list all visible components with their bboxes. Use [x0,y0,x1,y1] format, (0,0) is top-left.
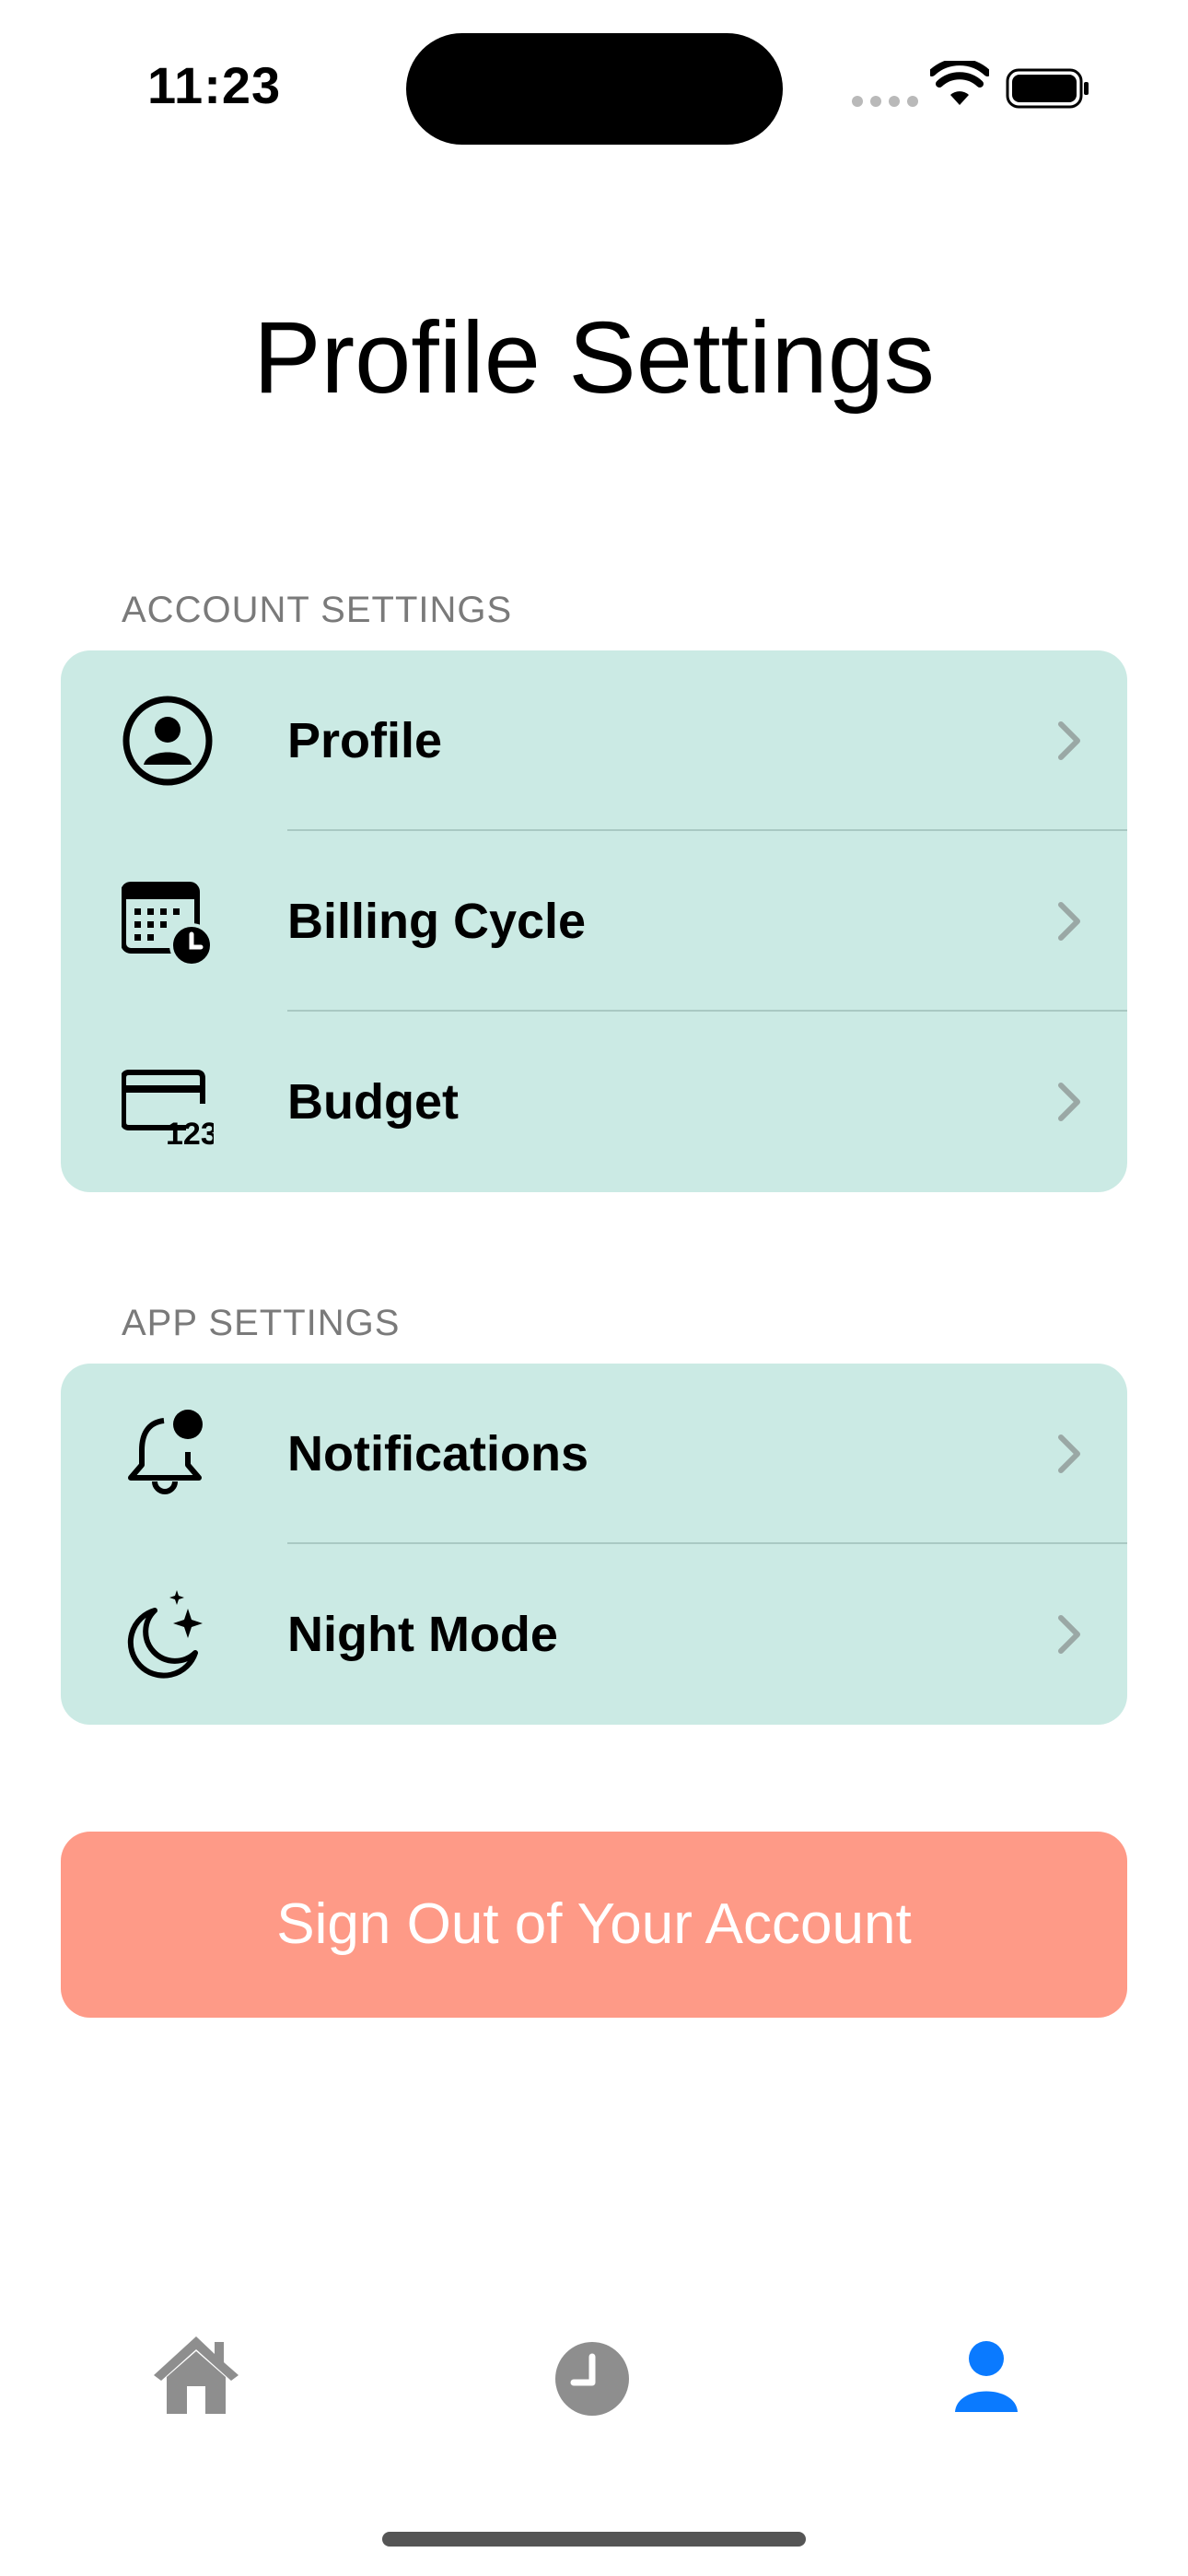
svg-text:123: 123 [166,1117,214,1148]
calendar-clock-icon [122,882,214,967]
settings-row-label: Budget [287,1074,459,1130]
bell-badge-icon [128,1410,203,1494]
sign-out-button[interactable]: Sign Out of Your Account [61,1832,1127,2018]
settings-row-label: Billing Cycle [287,894,587,949]
battery-icon [1006,68,1089,109]
page-title: Profile Settings [253,301,935,415]
settings-row-notifications[interactable]: Notifications [61,1364,1127,1544]
tab-profile-person-icon[interactable] [940,2333,1032,2425]
chevron-right-icon [1058,1434,1080,1473]
tab-home-icon[interactable] [150,2329,242,2421]
cellular-signal-icon [852,96,918,107]
status-time: 11:23 [147,56,282,114]
settings-row-billing-cycle[interactable]: Billing Cycle [61,831,1127,1012]
chevron-right-icon [1058,721,1080,760]
wifi-icon [930,61,989,105]
chevron-right-icon [1058,1083,1080,1121]
credit-card-123-icon: 123 [122,1070,214,1148]
moon-stars-icon [127,1590,203,1679]
settings-row-profile[interactable]: Profile [61,650,1127,831]
settings-row-label: Night Mode [287,1607,558,1662]
settings-row-night-mode[interactable]: Night Mode [61,1544,1127,1725]
settings-row-label: Notifications [287,1426,589,1481]
chevron-right-icon [1058,1615,1080,1654]
account-settings-group: Profile Billing Cycle 123 Budget [61,650,1127,1192]
section-header-account: ACCOUNT SETTINGS [122,590,513,630]
settings-row-label: Profile [287,713,443,768]
dynamic-island [406,33,783,145]
section-header-app: APP SETTINGS [122,1303,401,1343]
home-indicator[interactable] [382,2532,806,2547]
person-circle-icon [122,696,213,786]
app-settings-group: Notifications Night Mode [61,1364,1127,1725]
tab-history-clock-icon[interactable] [546,2333,638,2425]
settings-row-budget[interactable]: 123 Budget [61,1012,1127,1192]
chevron-right-icon [1058,902,1080,941]
